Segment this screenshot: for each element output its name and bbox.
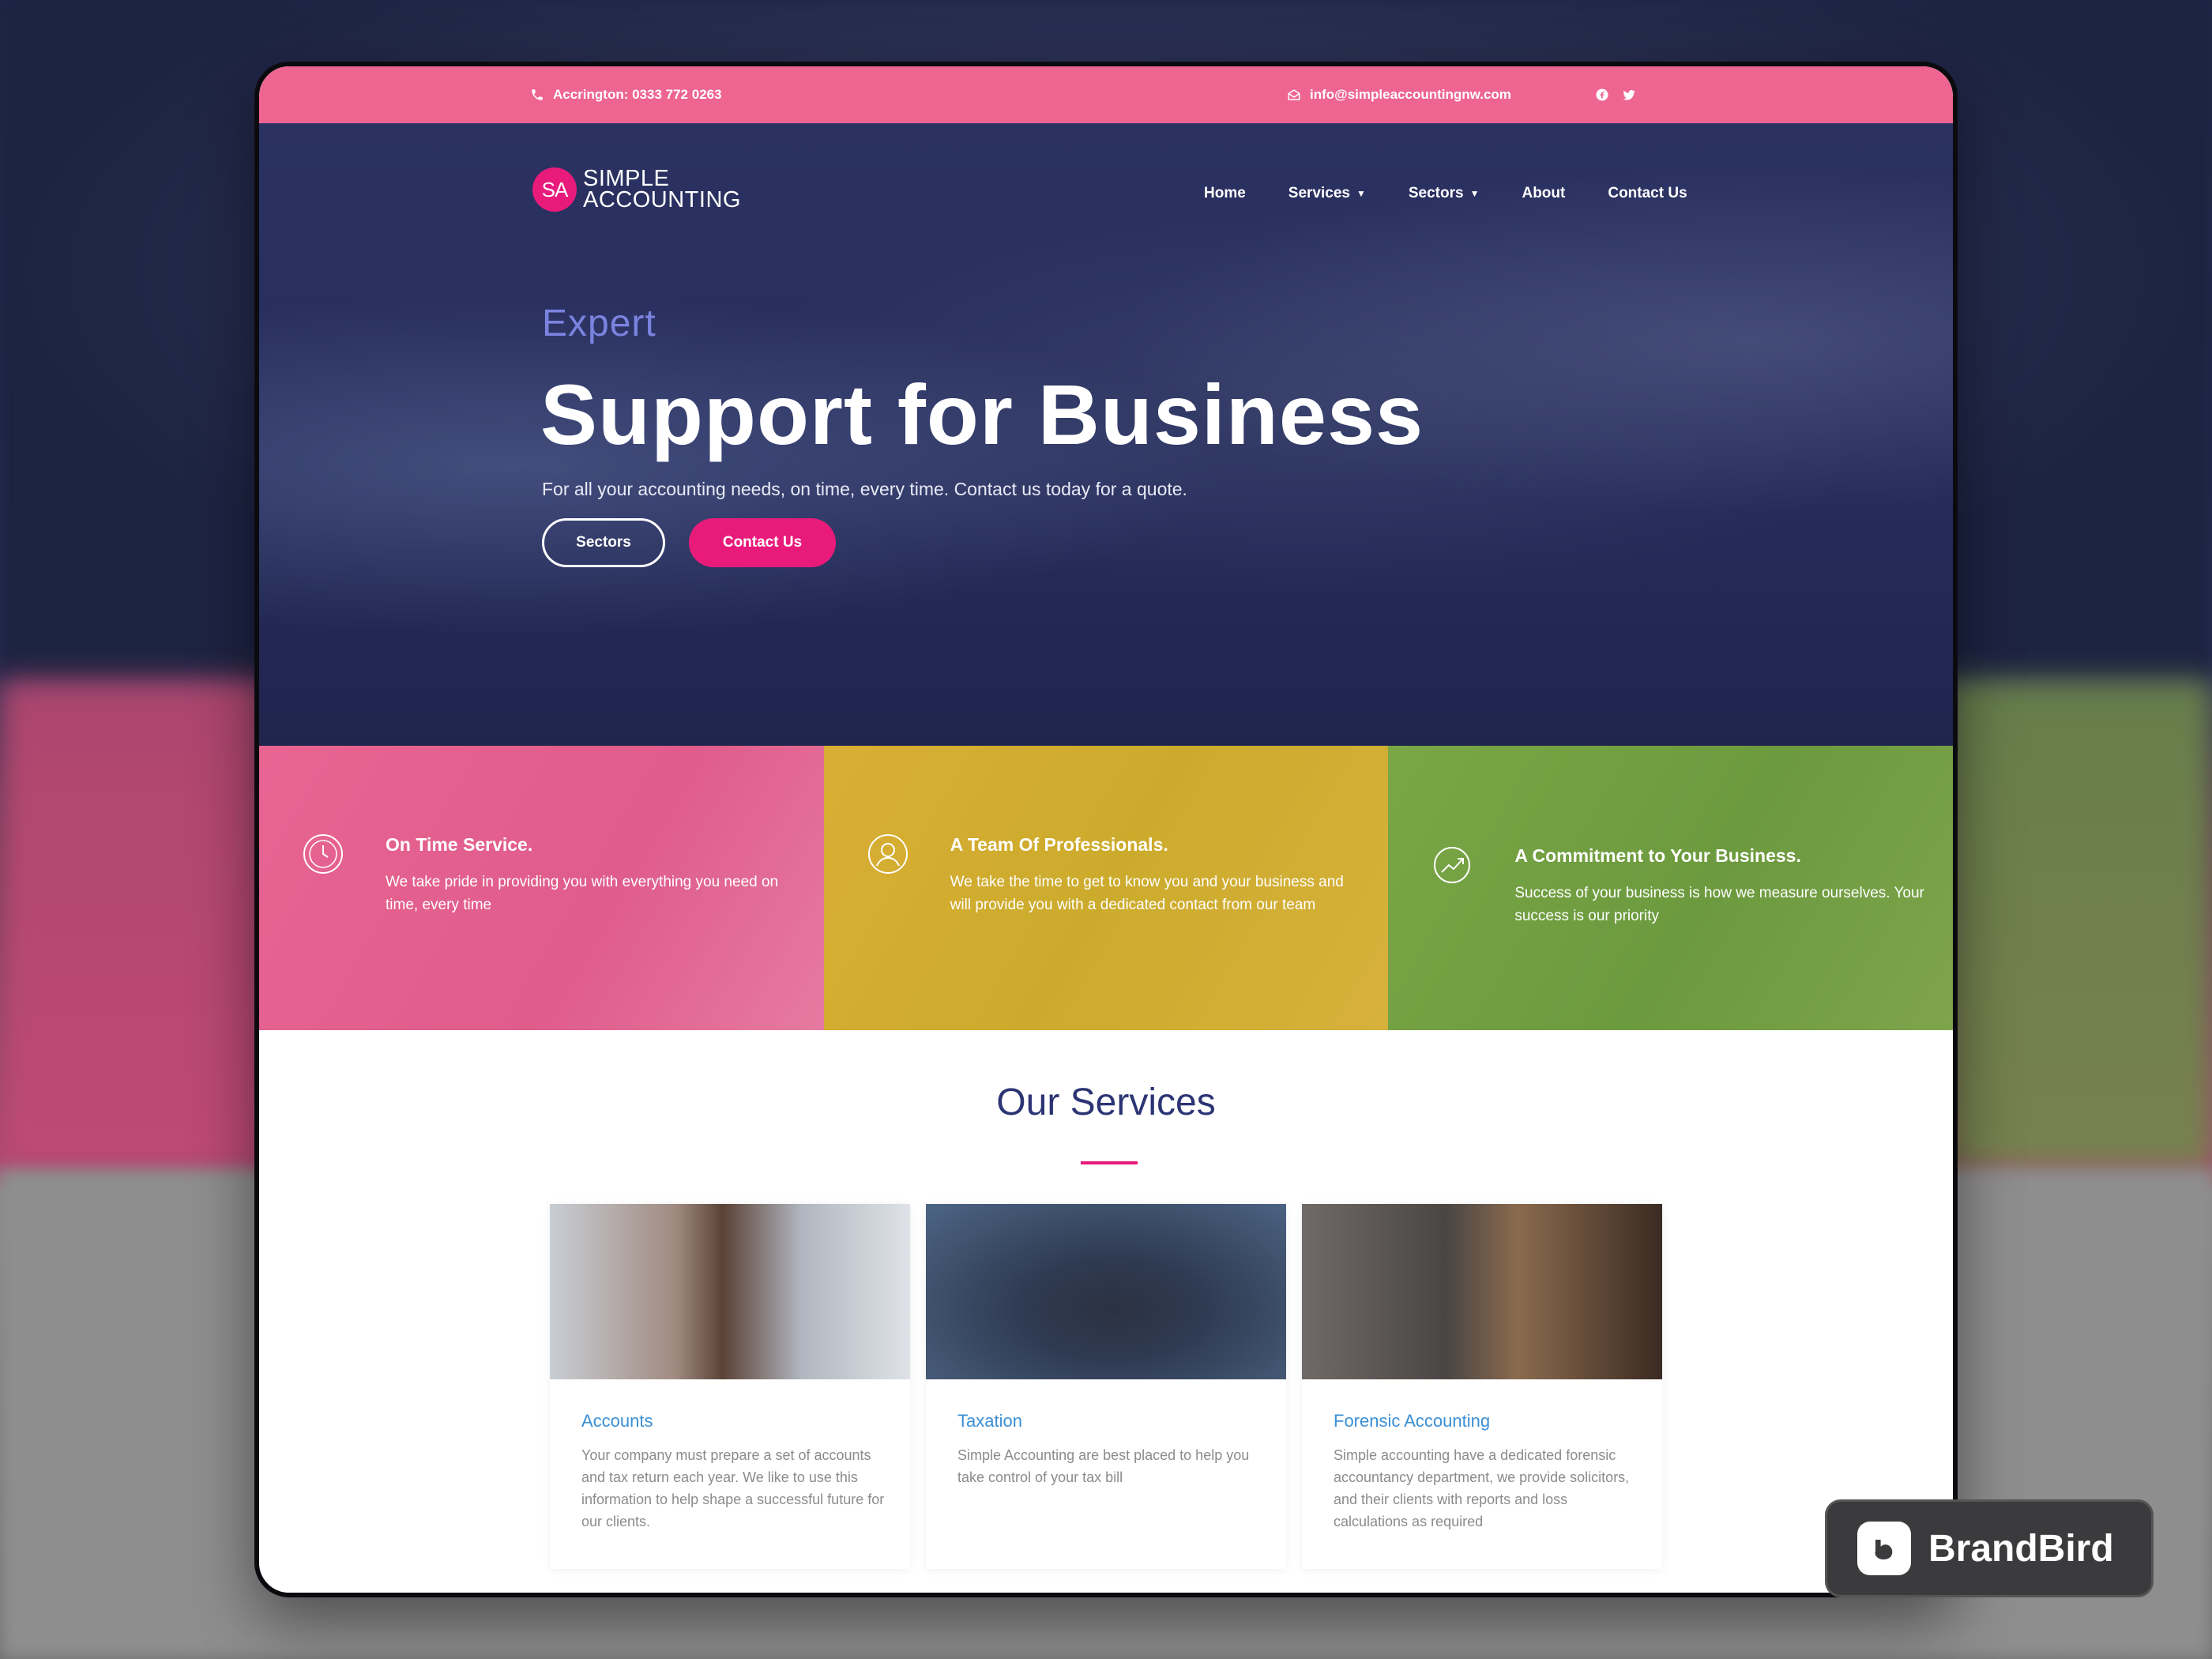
- brandbird-label: BrandBird: [1928, 1527, 2114, 1570]
- brandbird-badge: BrandBird: [1825, 1499, 2154, 1597]
- services-section: Our Services Accounts Your company must …: [259, 1030, 1953, 1593]
- main-nav: Home Services ▼ Sectors ▼ About Contact Us: [1204, 185, 1687, 202]
- topbar-email[interactable]: info@simpleaccountingnw.com: [1286, 87, 1511, 103]
- heading-divider: [1081, 1161, 1138, 1164]
- nav-item-sectors[interactable]: Sectors ▼: [1409, 185, 1480, 202]
- service-image-taxation: [926, 1204, 1286, 1379]
- logo-wordmark: SIMPLE ACCOUNTING: [583, 166, 741, 213]
- chevron-down-icon: ▼: [1356, 188, 1366, 199]
- service-description: Simple accounting have a dedicated foren…: [1334, 1447, 1630, 1529]
- logo-badge: SA: [532, 167, 577, 212]
- hero-title: Support for Business: [540, 367, 1424, 462]
- facebook-icon[interactable]: [1594, 87, 1610, 103]
- sectors-button[interactable]: Sectors: [542, 518, 665, 567]
- topbar-phone[interactable]: Accrington: 0333 772 0263: [529, 87, 722, 103]
- feature-text: We take the time to get to know you and …: [950, 874, 1344, 913]
- envelope-icon: [1286, 87, 1302, 103]
- feature-professionals: A Team Of Professionals. We take the tim…: [823, 746, 1389, 1030]
- feature-title: A Commitment to Your Business.: [1514, 845, 1801, 866]
- service-card-forensic[interactable]: Forensic Accounting Simple accounting ha…: [1302, 1204, 1662, 1569]
- service-image-forensic: [1302, 1204, 1662, 1379]
- user-icon: [867, 833, 909, 875]
- backdrop-pink: [0, 679, 269, 1169]
- email-text: info@simpleaccountingnw.com: [1310, 87, 1511, 102]
- feature-text: We take pride in providing you with ever…: [386, 874, 779, 913]
- feature-on-time: On Time Service. We take pride in provid…: [259, 746, 824, 1030]
- hero-section: SA SIMPLE ACCOUNTING Home Services ▼ Sect…: [259, 123, 1953, 746]
- twitter-icon[interactable]: [1621, 87, 1637, 103]
- device-frame: Accrington: 0333 772 0263 info@simpleacc…: [254, 62, 1958, 1597]
- service-description: Simple Accounting are best placed to hel…: [957, 1447, 1250, 1485]
- feature-title: A Team Of Professionals.: [950, 834, 1168, 855]
- logo-line-2: ACCOUNTING: [583, 187, 741, 213]
- feature-strip: On Time Service. We take pride in provid…: [259, 746, 1953, 1030]
- nav-item-home[interactable]: Home: [1204, 185, 1246, 202]
- nav-item-services[interactable]: Services ▼: [1288, 185, 1366, 202]
- hero-subtitle: For all your accounting needs, on time, …: [542, 479, 1187, 499]
- chevron-down-icon: ▼: [1469, 188, 1480, 199]
- clock-icon: [302, 833, 344, 875]
- nav-item-about[interactable]: About: [1522, 185, 1565, 202]
- site-logo[interactable]: SA SIMPLE ACCOUNTING: [532, 167, 741, 212]
- service-card-taxation[interactable]: Taxation Simple Accounting are best plac…: [926, 1204, 1286, 1569]
- feature-text: Success of your business is how we measu…: [1514, 885, 1924, 924]
- service-title[interactable]: Taxation: [957, 1411, 1022, 1431]
- service-title[interactable]: Accounts: [581, 1411, 653, 1431]
- nav-item-contact[interactable]: Contact Us: [1608, 185, 1687, 202]
- feature-commitment: A Commitment to Your Business. Success o…: [1388, 746, 1953, 1030]
- brandbird-logo-icon: [1857, 1522, 1911, 1575]
- growth-chart-icon: [1431, 844, 1473, 886]
- service-description: Your company must prepare a set of accou…: [581, 1447, 885, 1529]
- logo-line-1: SIMPLE: [583, 166, 670, 191]
- service-title[interactable]: Forensic Accounting: [1334, 1411, 1490, 1431]
- phone-icon: [529, 87, 545, 103]
- service-image-accounts: [550, 1204, 910, 1379]
- feature-title: On Time Service.: [386, 834, 533, 855]
- social-links: [1594, 87, 1637, 103]
- backdrop-green: [1943, 679, 2212, 1169]
- contact-us-button[interactable]: Contact Us: [689, 518, 836, 567]
- services-heading: Our Services: [996, 1082, 1216, 1123]
- phone-text: Accrington: 0333 772 0263: [553, 87, 722, 102]
- hero-kicker: Expert: [542, 303, 656, 344]
- top-bar: Accrington: 0333 772 0263 info@simpleacc…: [259, 66, 1953, 123]
- service-card-accounts[interactable]: Accounts Your company must prepare a set…: [550, 1204, 910, 1569]
